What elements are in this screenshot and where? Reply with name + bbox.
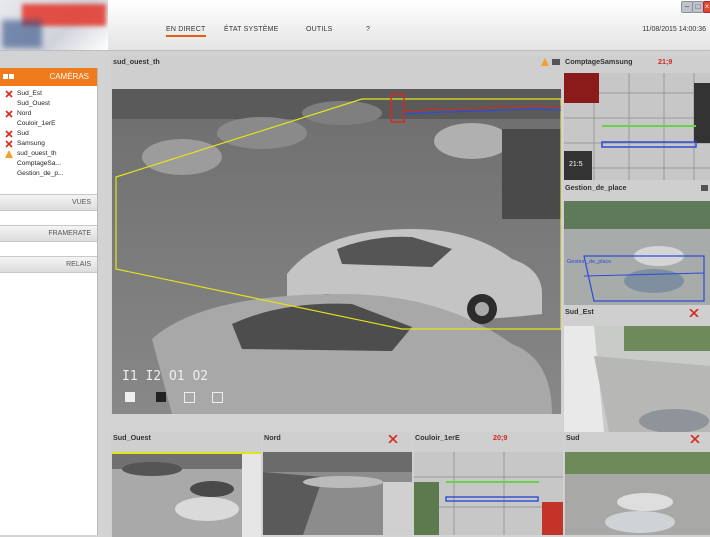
camera-list-label: Sud_Est xyxy=(17,90,42,97)
camera-error-icon xyxy=(5,130,13,138)
camera-panel-comptagesamsung[interactable]: ComptageSamsung 21;9 21:5 xyxy=(563,56,710,182)
camera-feed[interactable] xyxy=(112,452,261,537)
camera-title: Nord xyxy=(264,433,281,442)
io-label-i2: I2 xyxy=(145,369,162,384)
camera-feed[interactable] xyxy=(565,452,710,535)
zone-label: Gestion_de_place xyxy=(567,259,612,265)
camera-title: Sud_Est xyxy=(565,307,594,316)
app-logo xyxy=(0,0,108,50)
camera-panel-sud-est[interactable]: Sud_Est xyxy=(563,306,710,432)
camera-list-label: Gestion_de_p... xyxy=(17,170,64,177)
camera-title: Couloir_1erE xyxy=(415,433,460,442)
camera-panel-sud-ouest[interactable]: Sud_Ouest xyxy=(111,432,261,537)
feed-image xyxy=(564,73,710,180)
camera-title: Sud xyxy=(566,433,580,442)
camera-list-item[interactable]: sud_ouest_th xyxy=(0,149,97,159)
io-label-o1: O1 xyxy=(168,369,185,384)
camera-list-label: Sud xyxy=(17,130,29,137)
camera-list-item[interactable]: Sud_Est xyxy=(0,89,97,99)
disconnected-icon xyxy=(388,435,398,443)
camera-panel-couloir-1ere[interactable]: Couloir_1erE 20;9 xyxy=(413,432,563,535)
camera-list-label: Couloir_1erE xyxy=(17,120,56,127)
camera-list-label: Samsung xyxy=(17,140,45,147)
counter-value: 20;9 xyxy=(493,433,508,442)
cameras-header[interactable]: CAMÉRAS xyxy=(0,68,97,86)
feed-image xyxy=(564,326,710,432)
sidebar: CAMÉRAS Sud_Est Sud_Ouest Nord Couloir_1erE… xyxy=(0,68,98,535)
feed-image xyxy=(565,452,710,535)
camera-panel-nord[interactable]: Nord xyxy=(262,432,412,535)
camera-list-item[interactable]: Gestion_de_p... xyxy=(0,169,97,179)
counter-value: 21;9 xyxy=(658,57,673,66)
disconnected-icon xyxy=(689,309,699,317)
top-bar: EN DIRECT ÉTAT SYSTÈME OUTILS ? 11/08/20… xyxy=(0,0,710,51)
camera-list-label: Sud_Ouest xyxy=(17,100,50,107)
camera-list-label: ComptageSa... xyxy=(17,160,61,167)
cameras-header-label: CAMÉRAS xyxy=(49,72,89,81)
camera-list: Sud_Est Sud_Ouest Nord Couloir_1erE Sud Samsu… xyxy=(0,89,97,179)
output-indicator-1 xyxy=(184,392,195,403)
camera-title: Gestion_de_place xyxy=(565,183,627,192)
io-overlay-labels: I1 I2 O1 O2 xyxy=(122,369,208,384)
camera-panel-gestion-de-place[interactable]: Gestion_de_place Gestion_de_place xyxy=(563,182,710,306)
grid-icon xyxy=(3,74,8,79)
io-label-o2: O2 xyxy=(192,369,209,384)
grid-icon xyxy=(9,74,14,79)
camera-error-icon xyxy=(5,90,13,98)
camera-list-item[interactable]: Couloir_1erE xyxy=(0,119,97,129)
input-indicator-1 xyxy=(125,392,135,402)
feed-image xyxy=(263,452,412,535)
main-camera-title: sud_ouest_th xyxy=(113,57,160,66)
nav-tab-outils[interactable]: OUTILS xyxy=(306,26,332,33)
nav-tab-en-direct[interactable]: EN DIRECT xyxy=(166,26,206,37)
camera-feed[interactable] xyxy=(564,326,710,432)
disconnected-icon xyxy=(690,435,700,443)
camera-feed[interactable] xyxy=(414,452,563,535)
camera-feed[interactable] xyxy=(263,452,412,535)
camera-list-label: sud_ouest_th xyxy=(17,150,57,157)
io-label-i1: I1 xyxy=(122,369,138,384)
camera-list-item[interactable]: Nord xyxy=(0,109,97,119)
feed-timestamp: 21:5 xyxy=(569,161,583,168)
date-time-display: 11/08/2015 14:00:36 xyxy=(642,26,706,33)
section-vues[interactable]: VUES xyxy=(0,194,97,211)
camera-title: Sud_Ouest xyxy=(113,433,151,442)
nav-tab-help[interactable]: ? xyxy=(366,26,370,33)
feed-image xyxy=(112,454,261,537)
camera-list-item[interactable]: ComptageSa... xyxy=(0,159,97,169)
camera-error-icon xyxy=(5,110,13,118)
main-camera-feed[interactable]: I1 I2 O1 O2 xyxy=(112,89,561,414)
camera-list-item[interactable]: Sud_Ouest xyxy=(0,99,97,109)
main-camera-panel[interactable]: sud_ouest_th I1 I2 O1 O2 xyxy=(111,56,562,414)
camera-feed[interactable]: Gestion_de_place xyxy=(564,201,710,305)
section-relais[interactable]: RELAIS xyxy=(0,256,97,273)
camera-error-icon xyxy=(5,140,13,148)
camera-list-item[interactable]: Sud xyxy=(0,129,97,139)
feed-image xyxy=(414,452,563,535)
main-feed-image xyxy=(112,89,561,414)
output-indicator-2 xyxy=(212,392,223,403)
camera-title: ComptageSamsung xyxy=(565,57,633,66)
camera-panel-sud[interactable]: Sud xyxy=(564,432,710,535)
input-indicator-2 xyxy=(156,392,166,402)
camera-list-label: Nord xyxy=(17,110,32,117)
camera-icon xyxy=(701,185,708,191)
close-icon[interactable]: × xyxy=(703,1,710,13)
nav-tab-etat-systeme[interactable]: ÉTAT SYSTÈME xyxy=(224,26,279,33)
camera-feed[interactable]: 21:5 xyxy=(564,73,710,180)
feed-image xyxy=(564,201,710,305)
alarm-warning-icon xyxy=(541,58,560,66)
section-framerate[interactable]: FRAMERATE xyxy=(0,225,97,242)
camera-warning-icon xyxy=(5,150,13,158)
camera-list-item[interactable]: Samsung xyxy=(0,139,97,149)
